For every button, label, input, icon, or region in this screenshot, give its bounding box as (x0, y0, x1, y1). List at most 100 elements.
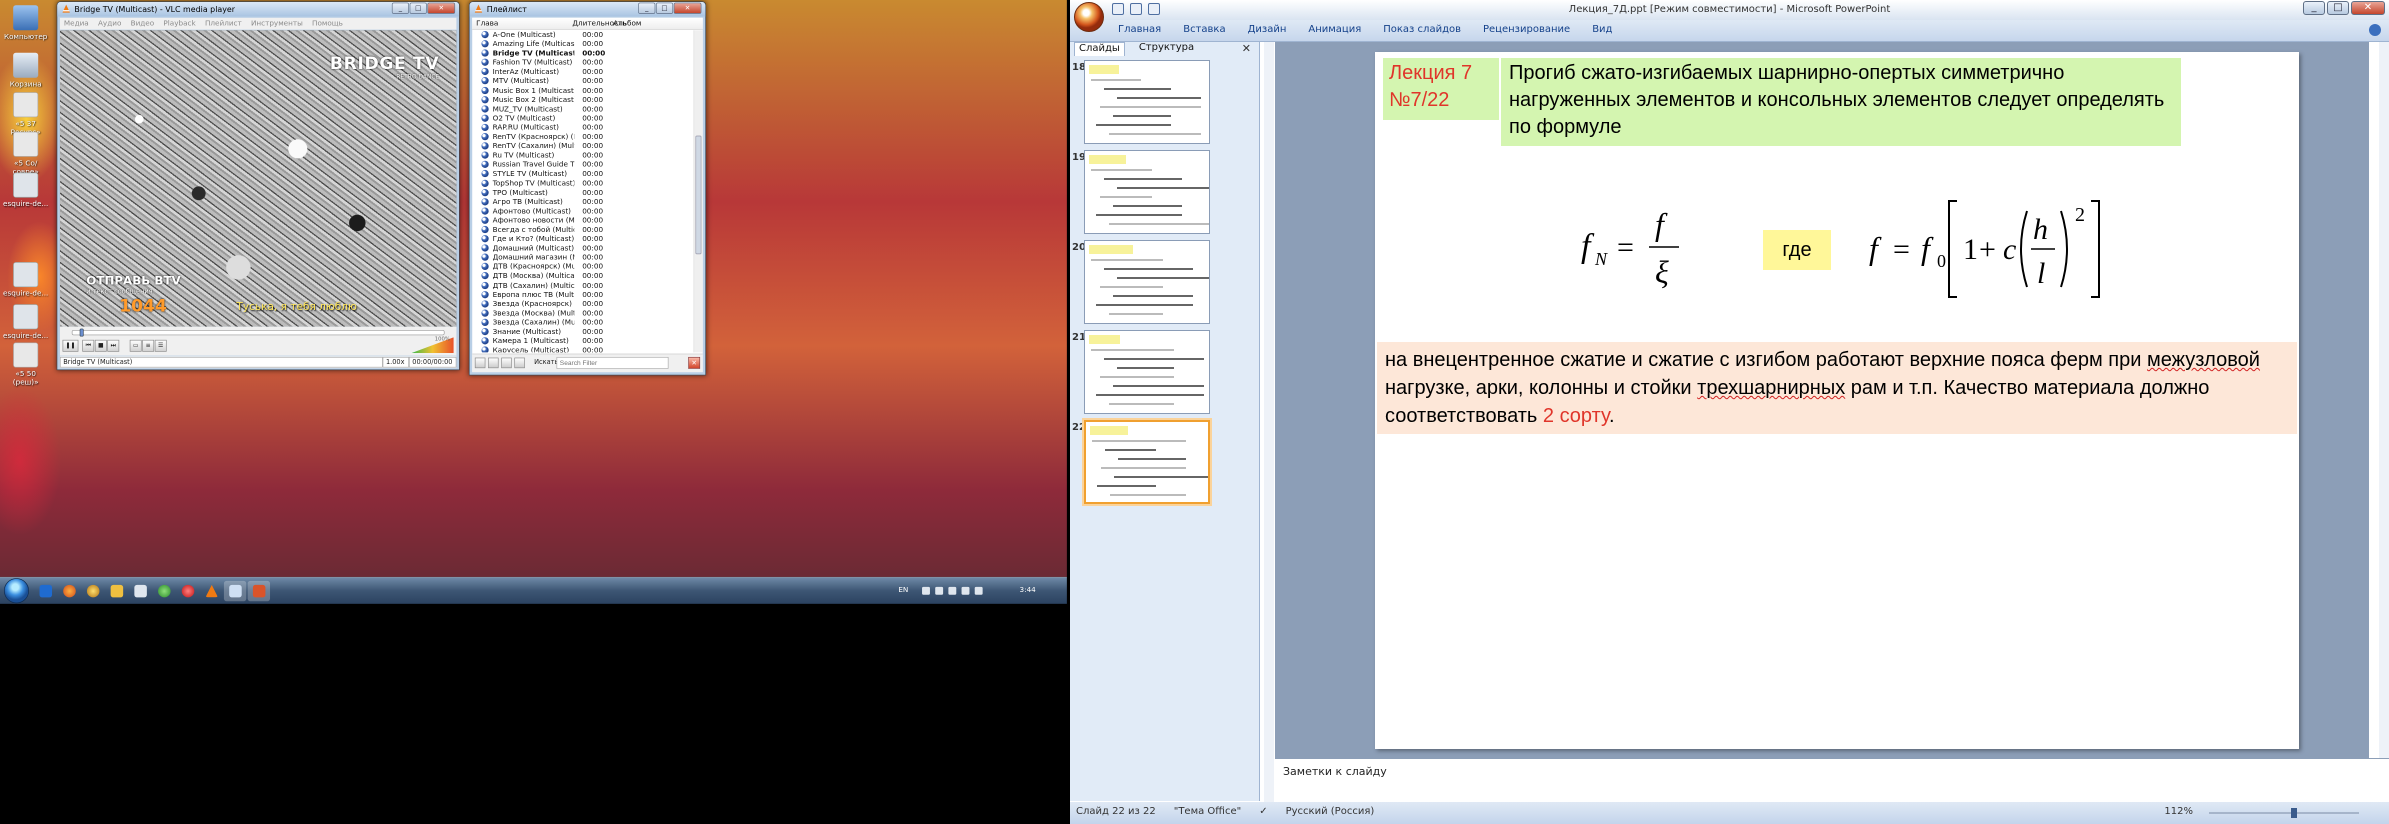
playlist-item[interactable]: Звезда (Москва) (Multicast) 00:00 (472, 309, 693, 318)
playlist-item[interactable]: Где и Кто? (Multicast) 00:00 (472, 235, 693, 244)
slide-body-text[interactable]: на внецентренное сжатие и сжатие с изгиб… (1377, 342, 2297, 434)
tab-slides[interactable]: Слайды (1074, 42, 1125, 56)
column-duration[interactable]: Длительность (572, 19, 626, 28)
playlist-item[interactable]: Bridge TV (Multicast) 00:00 (472, 49, 693, 58)
playlist-item[interactable]: Music Box 1 (Multicast) 00:00 (472, 86, 693, 95)
close-button[interactable]: ✕ (673, 2, 702, 14)
playlist-item[interactable]: Домашний (Multicast) 00:00 (472, 244, 693, 253)
playlist-item[interactable]: Ru TV (Multicast) 00:00 (472, 151, 693, 160)
status-speed[interactable]: 1.00x (382, 356, 409, 368)
taskbar-explorer[interactable] (105, 581, 127, 601)
tab-animation[interactable]: Анимация (1308, 24, 1361, 35)
playlist-item[interactable]: Звезда (Красноярск) (Mu... 00:00 (472, 299, 693, 308)
maximize-button[interactable]: □ (655, 2, 674, 14)
close-pane-icon[interactable]: ✕ (1242, 42, 1251, 55)
playlist-item[interactable]: Домашний магазин (Mul... 00:00 (472, 253, 693, 262)
status-language[interactable]: Русский (Россия) (1286, 806, 1375, 820)
playlist-item[interactable]: MTV (Multicast) 00:00 (472, 77, 693, 86)
taskbar-powerpoint[interactable] (247, 580, 271, 602)
desktop-icon-esquire-1[interactable]: esquire-de... (3, 172, 49, 208)
taskbar-vlc[interactable] (200, 581, 222, 601)
lecture-label[interactable]: Лекция 7 №7/22 (1383, 58, 1499, 120)
formula-fn[interactable]: f N = f ξ (1577, 197, 1697, 297)
menu-playback[interactable]: Playback (163, 19, 195, 28)
tab-home[interactable]: Главная (1118, 24, 1161, 35)
taskbar-opera[interactable] (177, 581, 199, 601)
playlist-item[interactable]: Афонтово новости (Multi... 00:00 (472, 216, 693, 225)
network-icon[interactable] (935, 586, 944, 595)
playlist-item[interactable]: Камера 1 (Multicast) 00:00 (472, 337, 693, 346)
power-icon[interactable] (948, 586, 957, 595)
remove-icon[interactable] (488, 357, 499, 369)
playlist-item[interactable]: MUZ_TV (Multicast) 00:00 (472, 105, 693, 114)
slide-heading[interactable]: Прогиб сжато-изгибаемых шарнирно-опертых… (1501, 58, 2181, 146)
minimize-button[interactable]: _ (638, 2, 656, 14)
tab-insert[interactable]: Вставка (1183, 24, 1225, 35)
minimize-button[interactable]: _ (391, 2, 409, 14)
editor-scrollbar[interactable] (2379, 42, 2389, 758)
where-label[interactable]: где (1763, 230, 1831, 270)
fullscreen-button[interactable]: ▭ (129, 339, 142, 352)
taskbar-firefox[interactable] (58, 581, 80, 601)
start-button[interactable] (3, 578, 29, 604)
desktop-icon-esquire-3[interactable]: esquire-de... (3, 304, 49, 340)
tab-outline[interactable]: Структура (1135, 42, 1198, 56)
formula-f[interactable]: f = f 0 1 + c h l 2 (1865, 187, 2155, 305)
taskbar-window[interactable] (223, 580, 247, 602)
playlist-titlebar[interactable]: Плейлист _ □ ✕ (469, 1, 706, 17)
clock[interactable]: 3:44 (1020, 585, 1036, 594)
next-button[interactable]: ⏭ (107, 339, 120, 352)
tray-arrow-icon[interactable] (922, 586, 930, 595)
taskbar-show-desktop[interactable] (34, 581, 56, 601)
add-icon[interactable] (474, 357, 486, 369)
playlist-item[interactable]: Amazing Life (Multicast) 00:00 (472, 40, 693, 49)
desktop-icon-doc-3[interactable]: «5 50 (реш)» (3, 342, 49, 387)
notes-pane[interactable]: Заметки к слайду (1275, 758, 2389, 802)
playlist-item[interactable]: ТРО (Multicast) 00:00 (472, 188, 693, 197)
desktop-icon-computer[interactable]: Компьютер (3, 5, 49, 41)
ppt-titlebar[interactable]: Лекция_7Д.ppt [Режим совместимости] - Mi… (1070, 0, 2389, 20)
playlist-item[interactable]: InterAz (Multicast) 00:00 (472, 67, 693, 76)
clear-search-button[interactable]: ✕ (688, 356, 701, 369)
taskbar-media[interactable] (82, 581, 104, 601)
playlist-item[interactable]: RenTV (Сахалин) (Multica... 00:00 (472, 142, 693, 151)
playlist-item[interactable]: Европа плюс ТВ (Multicast) 00:00 (472, 290, 693, 299)
playlist-item[interactable]: TopShop TV (Multicast) 00:00 (472, 179, 693, 188)
close-button[interactable]: ✕ (2351, 1, 2385, 15)
playlist-item[interactable]: Всегда с тобой (Multicast) 00:00 (472, 225, 693, 234)
playlist-item[interactable]: Music Box 2 (Multicast) 00:00 (472, 95, 693, 104)
display-icon[interactable] (961, 586, 970, 595)
menu-video[interactable]: Видео (131, 19, 155, 28)
taskbar-icq[interactable] (153, 581, 175, 601)
repeat-icon[interactable] (514, 357, 525, 369)
playlist-item[interactable]: O2 TV (Multicast) 00:00 (472, 114, 693, 123)
column-title[interactable]: Глава (476, 19, 572, 28)
status-theme[interactable]: "Тема Office" (1174, 806, 1242, 820)
playlist-item[interactable]: Карусель (Multicast) 00:00 (472, 346, 693, 353)
playlist-item[interactable]: Fashion TV (Multicast) 00:00 (472, 58, 693, 67)
playlist-item[interactable]: RenTV (Красноярск) (Mul... 00:00 (472, 132, 693, 141)
playlist-item[interactable]: ДТВ (Москва) (Multicast) 00:00 (472, 272, 693, 281)
tab-view[interactable]: Вид (1592, 24, 1612, 35)
search-input[interactable] (556, 356, 669, 369)
playlist-item[interactable]: Агро ТВ (Multicast) 00:00 (472, 197, 693, 206)
language-indicator[interactable]: EN (898, 585, 908, 594)
seek-handle[interactable] (79, 328, 84, 337)
maximize-button[interactable]: □ (409, 2, 427, 14)
stop-button[interactable]: ■ (94, 339, 107, 352)
thumbnails-scrollbar[interactable] (1264, 42, 1274, 802)
tab-design[interactable]: Дизайн (1248, 24, 1287, 35)
playlist-item[interactable]: A-One (Multicast) 00:00 (472, 30, 693, 39)
playlist-scrollbar[interactable] (693, 30, 703, 353)
playlist-item[interactable]: ДТВ (Сахалин) (Multicast) 00:00 (472, 281, 693, 290)
taskbar-app[interactable] (129, 581, 151, 601)
slide-thumbnail[interactable] (1084, 420, 1210, 504)
playlist-item[interactable]: RAP.RU (Multicast) 00:00 (472, 123, 693, 132)
slide-canvas[interactable]: Лекция 7 №7/22 Прогиб сжато-изгибаемых ш… (1375, 52, 2299, 749)
minimize-button[interactable]: _ (2303, 1, 2325, 15)
menu-audio[interactable]: Аудио (98, 19, 121, 28)
menu-playlist[interactable]: Плейлист (205, 19, 242, 28)
tab-slideshow[interactable]: Показ слайдов (1383, 24, 1461, 35)
menu-media[interactable]: Медиа (64, 19, 89, 28)
volume-icon[interactable] (974, 586, 983, 595)
